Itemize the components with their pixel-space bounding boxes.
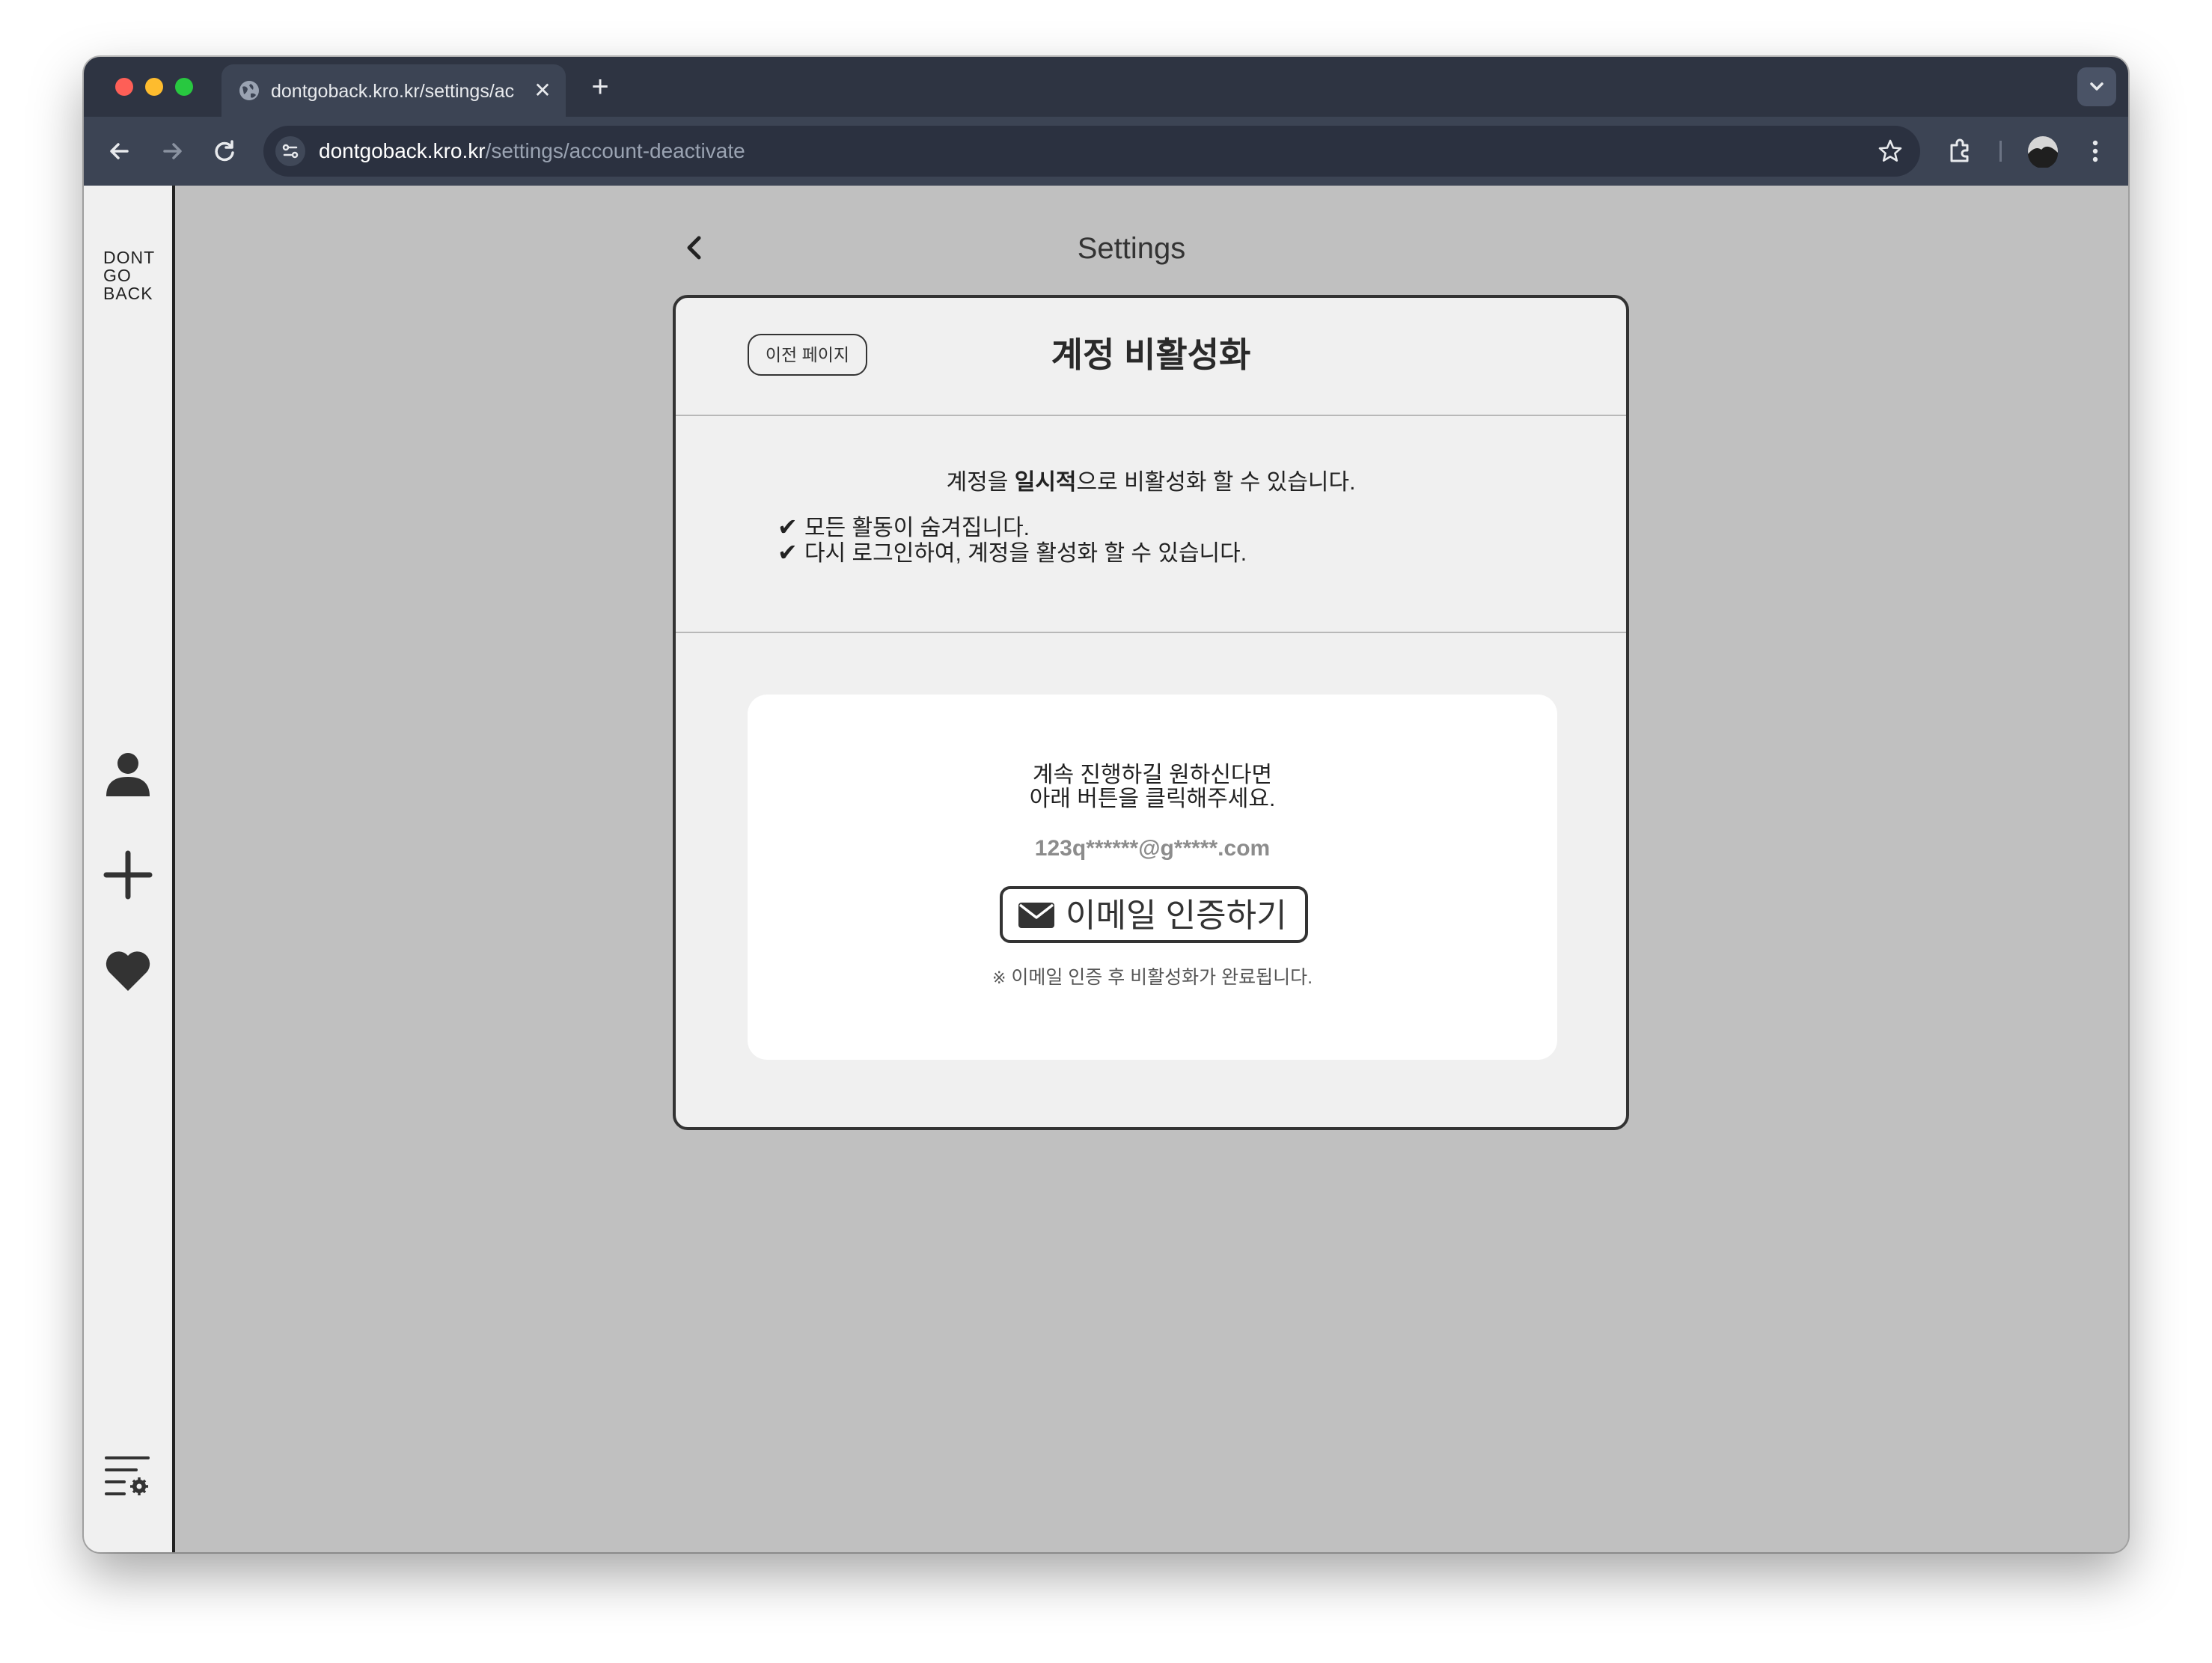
settings-menu-icon[interactable]	[103, 1453, 153, 1498]
email-verify-label: 이메일 인증하기	[1066, 897, 1287, 934]
check-item: ✔ 모든 활동이 숨겨집니다.	[777, 515, 1451, 540]
forward-arrow-icon[interactable]	[156, 135, 189, 168]
masked-email: 123q******@g*****.com	[1034, 836, 1271, 861]
checkmark-icon: ✔	[777, 539, 798, 566]
note-mark: ※	[992, 968, 1006, 987]
heart-icon[interactable]	[103, 946, 153, 995]
page-viewport: DONT GO BACK Settings 이전 페이지 계정 비활성화 계정을…	[84, 186, 2128, 1552]
sidebar: DONT GO BACK	[84, 186, 175, 1552]
new-tab-button[interactable]: +	[585, 72, 615, 102]
profile-avatar[interactable]	[2026, 135, 2059, 168]
tab-search-button[interactable]	[2077, 67, 2116, 106]
check-item-text: 모든 활동이 숨겨집니다.	[804, 516, 1030, 540]
toolbar-divider	[1999, 141, 2002, 162]
more-menu-icon[interactable]	[2079, 135, 2112, 168]
minimize-window-button[interactable]	[145, 78, 163, 96]
tab-title: dontgoback.kro.kr/settings/ac	[271, 81, 515, 102]
logo-line: DONT	[103, 248, 156, 267]
plus-icon[interactable]	[103, 850, 153, 900]
address-bar[interactable]: dontgoback.kro.kr/settings/account-deact…	[263, 126, 1920, 177]
verification-panel: 계속 진행하길 원하신다면 아래 버튼을 클릭해주세요. 123q******@…	[748, 695, 1557, 1060]
proceed-message-line: 아래 버튼을 클릭해주세요.	[1029, 787, 1276, 811]
url-path: /settings/account-deactivate	[485, 139, 745, 162]
settings-header: Settings	[675, 219, 1588, 278]
check-item: ✔ 다시 로그인하여, 계정을 활성화 할 수 있습니다.	[777, 540, 1451, 566]
page-title: Settings	[1077, 232, 1186, 265]
info-emphasis: 일시적	[1014, 470, 1077, 495]
browser-window: dontgoback.kro.kr/settings/ac ✕ + dontgo…	[84, 57, 2128, 1552]
deactivate-card: 이전 페이지 계정 비활성화 계정을 일시적으로 비활성화 할 수 있습니다. …	[673, 295, 1629, 1130]
browser-toolbar: dontgoback.kro.kr/settings/account-deact…	[84, 117, 2128, 186]
extensions-icon[interactable]	[1944, 135, 1977, 168]
proceed-message: 계속 진행하길 원하신다면 아래 버튼을 클릭해주세요.	[748, 763, 1557, 811]
close-window-button[interactable]	[115, 78, 133, 96]
info-section: 계정을 일시적으로 비활성화 할 수 있습니다. ✔ 모든 활동이 숨겨집니다. …	[676, 415, 1626, 633]
email-verify-button[interactable]: 이메일 인증하기	[1000, 886, 1308, 943]
maximize-window-button[interactable]	[175, 78, 193, 96]
bookmark-star-icon[interactable]	[1877, 138, 1904, 165]
site-settings-icon[interactable]	[274, 135, 307, 168]
info-prefix: 계정을	[946, 470, 1015, 495]
user-icon[interactable]	[103, 750, 153, 799]
note-text: 이메일 인증 후 비활성화가 완료됩니다.	[1011, 967, 1313, 988]
logo-line: BACK	[103, 284, 153, 303]
url-text: dontgoback.kro.kr/settings/account-deact…	[319, 138, 745, 165]
envelope-icon	[1018, 903, 1054, 928]
check-item-text: 다시 로그인하여, 계정을 활성화 할 수 있습니다.	[804, 541, 1247, 566]
proceed-message-line: 계속 진행하길 원하신다면	[1032, 763, 1273, 787]
verification-note: ※ 이메일 인증 후 비활성화가 완료됩니다.	[748, 965, 1557, 990]
card-title: 계정 비활성화	[1051, 335, 1251, 374]
globe-icon	[239, 81, 259, 100]
chevron-down-icon	[2090, 82, 2103, 91]
tab-close-icon[interactable]: ✕	[530, 78, 555, 103]
browser-tab[interactable]: dontgoback.kro.kr/settings/ac ✕	[221, 64, 566, 117]
info-suffix: 으로 비활성화 할 수 있습니다.	[1076, 470, 1356, 495]
back-arrow-icon[interactable]	[103, 135, 136, 168]
card-header: 이전 페이지 계정 비활성화	[676, 298, 1626, 416]
url-host: dontgoback.kro.kr	[319, 139, 486, 162]
logo[interactable]: DONT GO BACK	[103, 248, 171, 302]
info-text: 계정을 일시적으로 비활성화 할 수 있습니다.	[676, 469, 1626, 497]
checkmark-icon: ✔	[777, 513, 798, 540]
tab-strip: dontgoback.kro.kr/settings/ac ✕ +	[84, 57, 2128, 117]
reload-icon[interactable]	[208, 135, 241, 168]
check-list: ✔ 모든 활동이 숨겨집니다. ✔ 다시 로그인하여, 계정을 활성화 할 수 있습…	[777, 515, 1451, 566]
logo-line: GO	[103, 266, 132, 285]
